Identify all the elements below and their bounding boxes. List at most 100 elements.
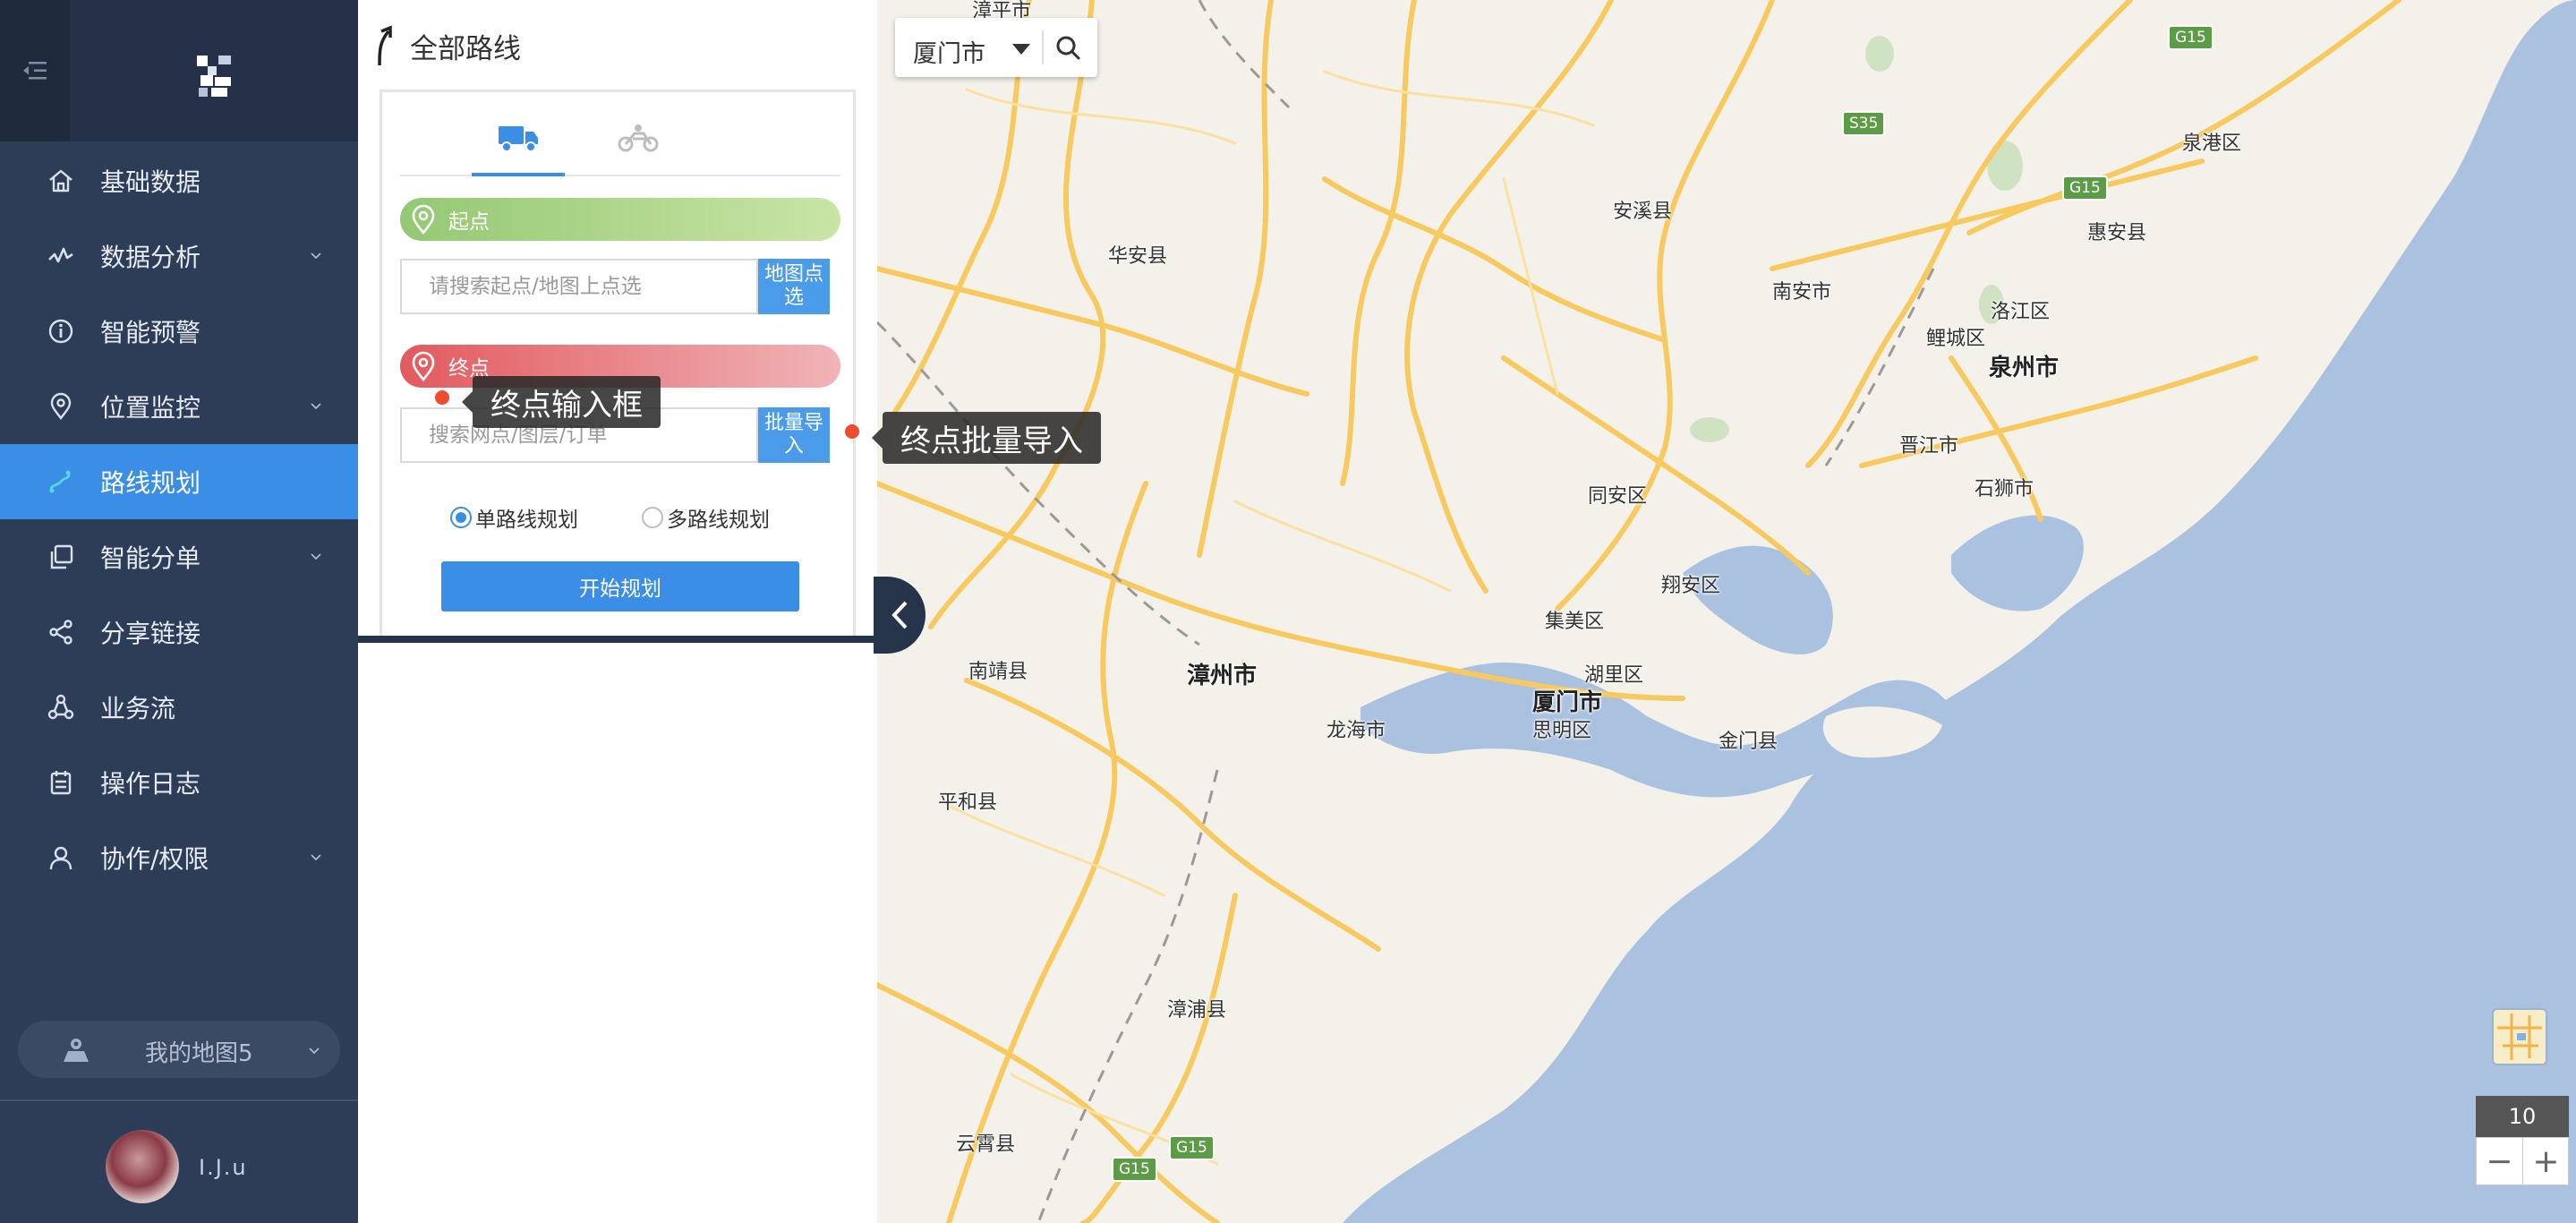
map-label: 漳浦县 xyxy=(1167,999,1227,1022)
info-icon xyxy=(48,319,73,344)
tab-motorbike[interactable] xyxy=(592,103,685,173)
multi-route-label: 多路线规划 xyxy=(667,509,770,532)
highway-shield: S35 xyxy=(1842,111,1886,136)
tab-truck[interactable] xyxy=(472,103,565,176)
radio-selected-icon xyxy=(450,507,472,528)
route-form-card: 起点 地图点选 终点 批量导入 单路线规划 多路线规划 开始规划 xyxy=(380,90,856,636)
panel-divider xyxy=(358,636,877,643)
tooltip-marker xyxy=(845,424,859,439)
map-label: 翔安区 xyxy=(1661,575,1721,597)
location-pin-icon xyxy=(50,392,72,420)
transport-mode-tabs xyxy=(400,103,840,176)
sidebar-item-smart-dispatch[interactable]: 智能分单 xyxy=(0,519,358,594)
copy-icon xyxy=(50,544,73,569)
map-thumbnail-icon xyxy=(2497,1013,2542,1060)
sidebar-item-label: 基础数据 xyxy=(100,167,201,197)
sidebar-divider xyxy=(0,1099,358,1101)
map-label: 南安市 xyxy=(1772,281,1832,304)
sidebar-item-location-monitor[interactable]: 位置监控 xyxy=(0,369,358,444)
caret-down-icon xyxy=(1012,44,1030,55)
sidebar-menu: 基础数据 数据分析 智能预警 位置监控 路线规划 智能分单 分享链接 业务流 操… xyxy=(0,143,358,895)
zoom-control: 10 − + xyxy=(2476,1096,2569,1185)
sidebar-item-smart-alert[interactable]: 智能预警 xyxy=(0,294,358,369)
username: I.J.u xyxy=(199,1155,248,1180)
start-search-field[interactable] xyxy=(400,259,758,314)
map-label: 同安区 xyxy=(1588,485,1648,508)
tooltip-batch-import: 终点批量导入 xyxy=(872,412,1101,464)
sidebar-header xyxy=(0,0,358,141)
map-label: 鲤城区 xyxy=(1926,328,1986,350)
zoom-out-button[interactable]: − xyxy=(2477,1138,2523,1185)
sidebar: 基础数据 数据分析 智能预警 位置监控 路线规划 智能分单 分享链接 业务流 操… xyxy=(0,0,358,1223)
radio-unselected-icon xyxy=(642,507,663,528)
avatar[interactable] xyxy=(106,1130,179,1203)
zoom-level: 10 xyxy=(2476,1096,2569,1137)
zoom-in-button[interactable]: + xyxy=(2523,1138,2569,1185)
sidebar-item-basic-data[interactable]: 基础数据 xyxy=(0,143,358,218)
plan-mode-radio-group: 单路线规划 多路线规划 xyxy=(450,499,826,535)
location-pin-icon xyxy=(412,351,435,381)
sidebar-item-share-link[interactable]: 分享链接 xyxy=(0,594,358,670)
my-map-label: 我的地图5 xyxy=(145,1040,253,1067)
map-label: 漳州市 xyxy=(1187,663,1258,689)
sidebar-item-label: 智能分单 xyxy=(100,543,201,573)
highway-shield: G15 xyxy=(2168,25,2213,50)
workflow-icon xyxy=(47,694,74,720)
sidebar-item-operation-log[interactable]: 操作日志 xyxy=(0,745,358,820)
menu-collapse-toggle[interactable] xyxy=(0,0,70,141)
map-label: 龙海市 xyxy=(1326,720,1386,742)
tooltip-marker xyxy=(435,390,449,405)
start-search-input[interactable] xyxy=(402,261,753,312)
sidebar-item-data-analysis[interactable]: 数据分析 xyxy=(0,218,358,294)
city-selector[interactable]: 厦门市 xyxy=(895,18,1097,77)
single-route-label: 单路线规划 xyxy=(475,509,578,532)
my-map-selector[interactable]: 我的地图5 xyxy=(18,1021,340,1078)
map-base-layer xyxy=(877,0,2576,1223)
selector-divider xyxy=(1042,30,1044,64)
chevron-down-icon xyxy=(311,403,321,410)
location-pin-icon xyxy=(412,204,435,235)
search-icon[interactable] xyxy=(1054,34,1081,61)
chevron-down-icon xyxy=(309,1048,320,1055)
map-label: 晋江市 xyxy=(1899,435,1959,458)
route-panel: 全部路线 起点 请搜索起点/地图上点选 地图点选 终点 搜索网点/图层/订单 批… xyxy=(358,0,877,1223)
sidebar-item-label: 业务流 xyxy=(100,694,176,723)
start-planning-button[interactable]: 开始规划 xyxy=(441,561,799,612)
sidebar-item-label: 操作日志 xyxy=(100,769,201,799)
map-pick-button[interactable]: 地图点选 xyxy=(758,259,830,314)
sidebar-item-label: 协作/权限 xyxy=(100,844,209,874)
single-route-radio[interactable]: 单路线规划 xyxy=(450,502,578,533)
sidebar-item-collaboration[interactable]: 协作/权限 xyxy=(0,820,358,895)
chevron-left-icon xyxy=(891,601,908,629)
motorbike-icon xyxy=(618,124,659,152)
highway-shield: G15 xyxy=(1112,1157,1157,1182)
panel-title: 全部路线 xyxy=(369,20,521,72)
sidebar-item-label: 分享链接 xyxy=(100,619,201,648)
map-label: 集美区 xyxy=(1545,611,1605,633)
multi-route-radio[interactable]: 多路线规划 xyxy=(642,502,770,533)
batch-import-button[interactable]: 批量导入 xyxy=(758,407,830,463)
user-profile[interactable]: I.J.u xyxy=(0,1103,358,1223)
route-icon xyxy=(49,470,71,493)
share-icon xyxy=(49,620,73,645)
start-point-bar: 起点 xyxy=(400,198,840,241)
sidebar-item-route-planning[interactable]: 路线规划 xyxy=(0,444,358,519)
tooltip-end-input: 终点输入框 xyxy=(462,376,661,428)
map-type-toggle[interactable] xyxy=(2492,1008,2547,1065)
highway-shield: G15 xyxy=(2062,175,2108,201)
sidebar-item-label: 位置监控 xyxy=(100,393,201,423)
map-canvas[interactable]: 漳平市 华安县 安溪县 南安市 泉港区 惠安县 洛江区 鲤城区 泉州市 晋江市 … xyxy=(877,0,2576,1223)
sidebar-item-label: 数据分析 xyxy=(100,243,201,272)
sidebar-item-label: 智能预警 xyxy=(100,318,201,347)
map-label: 石狮市 xyxy=(1975,478,2034,500)
trend-icon xyxy=(48,247,73,263)
panel-title-text: 全部路线 xyxy=(410,32,521,65)
map-label: 平和县 xyxy=(938,791,998,814)
sidebar-item-workflow[interactable]: 业务流 xyxy=(0,670,358,745)
user-icon xyxy=(49,846,73,870)
map-label: 惠安县 xyxy=(2087,222,2147,244)
menu-fold-icon xyxy=(23,62,47,80)
start-label: 起点 xyxy=(448,210,490,234)
map-label: 华安县 xyxy=(1108,245,1168,268)
app-logo xyxy=(195,54,235,98)
